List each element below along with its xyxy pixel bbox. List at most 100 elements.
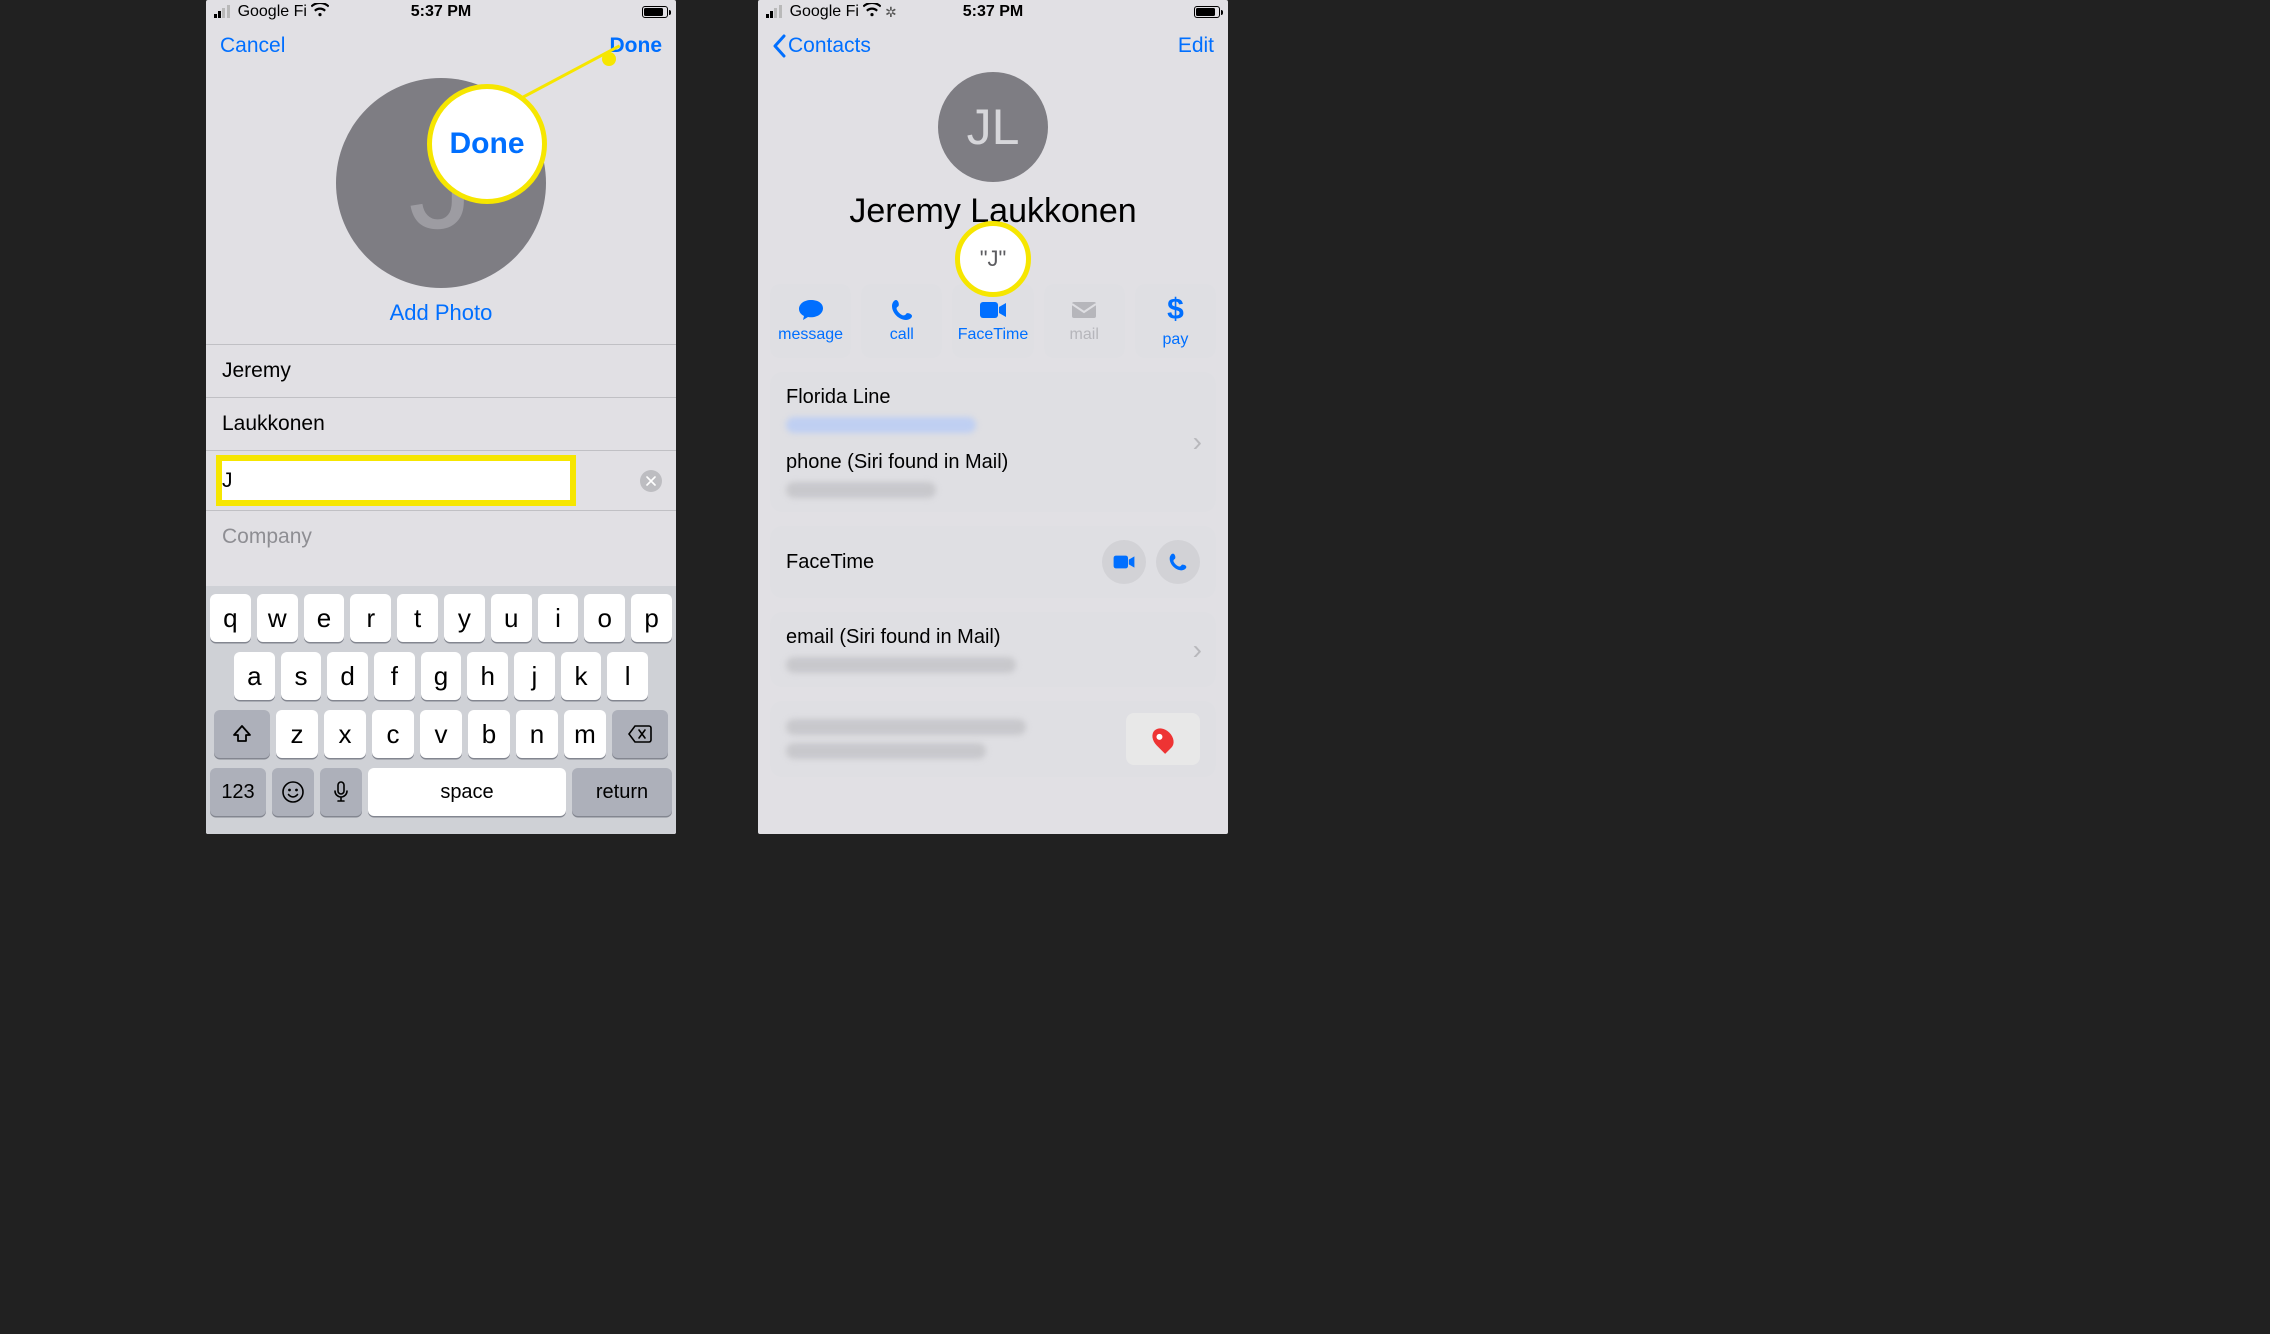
key-l[interactable]: l xyxy=(607,652,648,700)
nickname-value: J xyxy=(222,469,233,493)
battery-icon xyxy=(1194,6,1220,18)
map-thumbnail[interactable] xyxy=(1126,713,1200,765)
back-chevron-icon xyxy=(772,34,786,58)
facetime-audio-button[interactable] xyxy=(1156,540,1200,584)
key-g[interactable]: g xyxy=(421,652,462,700)
phone-numbers-card[interactable]: Florida Line phone (Siri found in Mail) … xyxy=(770,372,1216,512)
call-button[interactable]: call xyxy=(861,284,942,358)
first-name-field[interactable]: Jeremy xyxy=(206,344,676,397)
key-z[interactable]: z xyxy=(276,710,318,758)
back-label: Contacts xyxy=(788,34,871,58)
email-card[interactable]: email (Siri found in Mail) › xyxy=(770,612,1216,687)
key-y[interactable]: y xyxy=(444,594,485,642)
key-row-4: 123 space return xyxy=(210,768,672,816)
key-a[interactable]: a xyxy=(234,652,275,700)
emoji-key[interactable] xyxy=(272,768,314,816)
key-n[interactable]: n xyxy=(516,710,558,758)
call-label: call xyxy=(890,326,914,344)
add-photo-button[interactable]: Add Photo xyxy=(206,300,676,326)
phone2-value-redacted xyxy=(786,482,936,498)
key-x[interactable]: x xyxy=(324,710,366,758)
space-key[interactable]: space xyxy=(368,768,566,816)
key-w[interactable]: w xyxy=(257,594,298,642)
address-label-redacted xyxy=(786,719,1026,735)
done-callout-text: Done xyxy=(450,127,525,161)
nickname-callout-bubble: "J" xyxy=(955,221,1031,297)
key-b[interactable]: b xyxy=(468,710,510,758)
company-placeholder: Company xyxy=(222,525,312,549)
key-k[interactable]: k xyxy=(561,652,602,700)
nickname-field[interactable]: J xyxy=(206,450,676,510)
phone2-label: phone (Siri found in Mail) xyxy=(786,451,1200,474)
keyboard: qwertyuiop asdfghjkl zxcvbnm 123 xyxy=(206,586,676,834)
wifi-icon xyxy=(311,3,329,22)
chevron-right-icon: › xyxy=(1193,634,1202,666)
first-name-value: Jeremy xyxy=(222,359,291,383)
shift-key[interactable] xyxy=(214,710,270,758)
key-row-3: zxcvbnm xyxy=(210,710,672,758)
key-p[interactable]: p xyxy=(631,594,672,642)
clear-text-button[interactable] xyxy=(640,470,662,492)
facetime-card-label: FaceTime xyxy=(786,551,874,574)
key-e[interactable]: e xyxy=(304,594,345,642)
time-label: 5:37 PM xyxy=(963,3,1023,21)
facetime-video-button[interactable] xyxy=(1102,540,1146,584)
wifi-icon xyxy=(863,3,881,22)
key-u[interactable]: u xyxy=(491,594,532,642)
mail-button: mail xyxy=(1044,284,1125,358)
key-h[interactable]: h xyxy=(467,652,508,700)
carrier-label: Google Fi xyxy=(790,3,859,21)
last-name-field[interactable]: Laukkonen xyxy=(206,397,676,450)
text-cursor xyxy=(237,468,239,494)
company-field[interactable]: Company xyxy=(206,510,676,563)
status-bar: Google Fi ✲ 5:37 PM xyxy=(758,0,1228,24)
stage: Google Fi 5:37 PM Cancel Done Done J Add… xyxy=(0,0,2270,1334)
message-button[interactable]: message xyxy=(770,284,851,358)
done-callout-bubble: Done xyxy=(427,84,547,204)
video-icon xyxy=(979,298,1007,322)
key-i[interactable]: i xyxy=(538,594,579,642)
dictation-key[interactable] xyxy=(320,768,362,816)
facetime-card: FaceTime xyxy=(770,526,1216,598)
nickname-callout-text: "J" xyxy=(980,246,1007,272)
key-s[interactable]: s xyxy=(281,652,322,700)
time-label: 5:37 PM xyxy=(411,3,471,21)
pay-label: pay xyxy=(1163,331,1189,349)
key-v[interactable]: v xyxy=(420,710,462,758)
key-c[interactable]: c xyxy=(372,710,414,758)
last-name-value: Laukkonen xyxy=(222,412,325,436)
address-card[interactable] xyxy=(770,701,1216,777)
return-key[interactable]: return xyxy=(572,768,672,816)
key-d[interactable]: d xyxy=(327,652,368,700)
key-row-2: asdfghjkl xyxy=(210,652,672,700)
pay-button[interactable]: $ pay xyxy=(1135,284,1216,358)
key-o[interactable]: o xyxy=(584,594,625,642)
back-button[interactable]: Contacts xyxy=(772,34,871,58)
phone-icon xyxy=(888,298,916,322)
left-phone: Google Fi 5:37 PM Cancel Done Done J Add… xyxy=(206,0,676,834)
key-m[interactable]: m xyxy=(564,710,606,758)
edit-button[interactable]: Edit xyxy=(1178,34,1214,58)
cancel-button[interactable]: Cancel xyxy=(220,34,285,58)
key-t[interactable]: t xyxy=(397,594,438,642)
dollar-icon: $ xyxy=(1167,293,1184,327)
email-label: email (Siri found in Mail) xyxy=(786,626,1200,649)
phone1-label: Florida Line xyxy=(786,386,1200,409)
status-bar: Google Fi 5:37 PM xyxy=(206,0,676,24)
nav-bar: Contacts Edit xyxy=(758,24,1228,68)
facetime-label: FaceTime xyxy=(958,326,1029,344)
backspace-key[interactable] xyxy=(612,710,668,758)
phone1-value-redacted xyxy=(786,417,976,433)
avatar[interactable]: JL xyxy=(938,72,1048,182)
nickname-highlight-box xyxy=(216,455,576,506)
mail-icon xyxy=(1070,298,1098,322)
address-value-redacted xyxy=(786,743,986,759)
numbers-key[interactable]: 123 xyxy=(210,768,266,816)
key-j[interactable]: j xyxy=(514,652,555,700)
key-f[interactable]: f xyxy=(374,652,415,700)
edit-fields: Jeremy Laukkonen J Company xyxy=(206,344,676,563)
key-r[interactable]: r xyxy=(350,594,391,642)
signal-icon xyxy=(214,6,230,18)
loading-spinner-icon: ✲ xyxy=(885,4,897,21)
key-q[interactable]: q xyxy=(210,594,251,642)
